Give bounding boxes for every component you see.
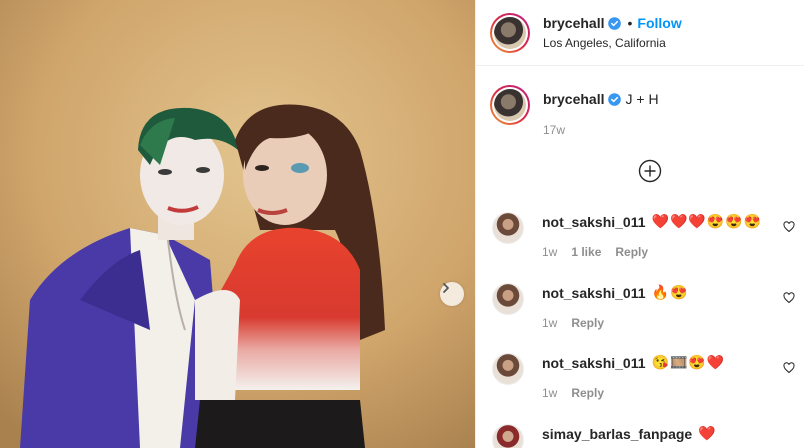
story-ring[interactable] — [490, 12, 530, 53]
post-photo[interactable] — [0, 0, 475, 448]
comment-item: not_sakshi_011 🔥😍 1w Reply — [492, 283, 797, 330]
header-text: brycehall • Follow Los Angeles, Californ… — [543, 15, 682, 50]
comment-item: simay_barlas_fanpage ❤️ — [492, 424, 797, 448]
header-username[interactable]: brycehall — [543, 15, 604, 31]
verified-badge-icon — [608, 16, 622, 30]
heart-outline-icon[interactable] — [783, 220, 795, 238]
comment-time[interactable]: 1w — [542, 316, 557, 330]
verified-badge-icon — [608, 92, 622, 106]
caption-avatar[interactable] — [494, 89, 526, 121]
location-link[interactable]: Los Angeles, California — [543, 36, 682, 50]
comment-likes[interactable]: 1 like — [571, 245, 601, 259]
caption-time[interactable]: 17w — [543, 123, 659, 137]
heart-outline-icon[interactable] — [783, 361, 795, 379]
separator-dot: • — [627, 15, 633, 31]
reply-button[interactable]: Reply — [571, 316, 604, 330]
comment-avatar[interactable] — [492, 283, 524, 315]
caption-story-ring[interactable] — [490, 85, 530, 125]
comment-item: not_sakshi_011 😘🎞️😍❤️ 1w Reply — [492, 353, 797, 400]
comment-avatar[interactable] — [492, 424, 524, 448]
comment-username[interactable]: not_sakshi_011 — [542, 355, 646, 371]
reply-button[interactable]: Reply — [615, 245, 648, 259]
comment-item: not_sakshi_011 ❤️❤️❤️😍😍😍 1w 1 like Reply — [492, 212, 797, 259]
comment-text: 🔥😍 — [651, 284, 689, 300]
comment-username[interactable]: not_sakshi_011 — [542, 214, 646, 230]
post-caption: brycehall J + H 17w — [490, 85, 659, 137]
reply-button[interactable]: Reply — [571, 386, 604, 400]
load-more-comments-button[interactable] — [638, 159, 662, 183]
post-side-panel: brycehall • Follow Los Angeles, Californ… — [475, 0, 804, 448]
comment-time[interactable]: 1w — [542, 386, 557, 400]
comment-time[interactable]: 1w — [542, 245, 557, 259]
comment-avatar[interactable] — [492, 353, 524, 385]
comment-text: 😘🎞️😍❤️ — [651, 354, 726, 370]
follow-button[interactable]: Follow — [637, 15, 681, 31]
comment-text: ❤️ — [698, 425, 717, 441]
chevron-right-icon — [443, 283, 449, 293]
plus-circle-icon — [638, 159, 662, 183]
post-header: brycehall • Follow Los Angeles, Californ… — [476, 0, 804, 66]
heart-outline-icon[interactable] — [783, 291, 795, 309]
comment-avatar[interactable] — [492, 212, 524, 244]
next-photo-button[interactable] — [440, 282, 464, 306]
comment-username[interactable]: simay_barlas_fanpage — [542, 426, 692, 442]
caption-text: J + H — [625, 91, 659, 107]
instagram-post: brycehall • Follow Los Angeles, Californ… — [0, 0, 804, 448]
caption-username[interactable]: brycehall — [543, 91, 604, 107]
comment-username[interactable]: not_sakshi_011 — [542, 285, 646, 301]
avatar[interactable] — [494, 16, 526, 49]
photo-illustration — [0, 0, 475, 448]
comment-text: ❤️❤️❤️😍😍😍 — [651, 213, 763, 229]
